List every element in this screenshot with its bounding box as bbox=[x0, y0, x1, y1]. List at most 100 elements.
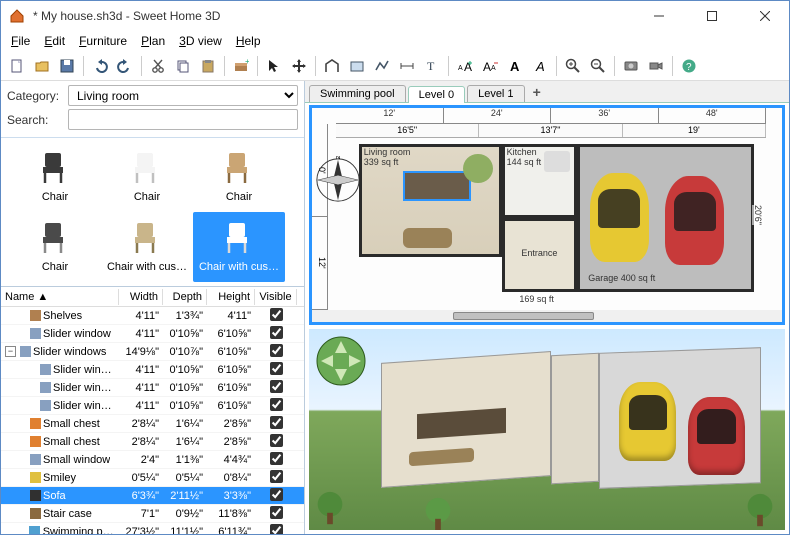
visible-checkbox[interactable] bbox=[270, 488, 283, 501]
save-icon[interactable] bbox=[55, 54, 79, 78]
col-visible-header[interactable]: Visible bbox=[255, 289, 297, 305]
tab-level-1[interactable]: Level 1 bbox=[467, 85, 524, 102]
category-select[interactable]: Living room bbox=[68, 85, 298, 106]
video-icon[interactable] bbox=[644, 54, 668, 78]
category-label: Category: bbox=[7, 89, 62, 103]
minimize-button[interactable] bbox=[636, 2, 681, 30]
furniture-thumb-icon bbox=[39, 400, 51, 412]
maximize-button[interactable] bbox=[689, 2, 734, 30]
table-row[interactable]: Shelves4'11"1'3¾"4'11" bbox=[1, 307, 304, 325]
cut-icon[interactable] bbox=[146, 54, 170, 78]
dimension-label: 16'5" bbox=[336, 124, 479, 137]
visible-checkbox[interactable] bbox=[270, 506, 283, 519]
table-row[interactable]: Small chest2'8¼"1'6¼"2'8⅝" bbox=[1, 415, 304, 433]
table-row[interactable]: Slider win…4'11"0'10⅝"6'10⅝" bbox=[1, 397, 304, 415]
table-row[interactable]: Slider win…4'11"0'10⅝"6'10⅝" bbox=[1, 361, 304, 379]
visible-checkbox[interactable] bbox=[270, 326, 283, 339]
furniture-height: 6'10⅝" bbox=[207, 362, 255, 378]
paste-icon[interactable] bbox=[196, 54, 220, 78]
catalog-item[interactable]: Chair bbox=[9, 142, 101, 212]
tab-swimming-pool[interactable]: Swimming pool bbox=[309, 85, 406, 102]
entrance-area-label: 169 sq ft bbox=[518, 294, 555, 304]
furniture-name: Sofa bbox=[43, 490, 66, 502]
help-icon[interactable]: ? bbox=[677, 54, 701, 78]
bold-icon[interactable]: A bbox=[503, 54, 527, 78]
photo-icon[interactable] bbox=[619, 54, 643, 78]
3d-nav-control-icon[interactable] bbox=[315, 335, 367, 387]
add-level-button[interactable]: + bbox=[527, 82, 547, 102]
table-row[interactable]: Small chest2'8¼"1'6¼"2'8⅝" bbox=[1, 433, 304, 451]
car-plan[interactable] bbox=[665, 176, 724, 265]
undo-icon[interactable] bbox=[88, 54, 112, 78]
table-row[interactable]: Slider window4'11"0'10⅝"6'10⅝" bbox=[1, 325, 304, 343]
create-rooms-icon[interactable] bbox=[345, 54, 369, 78]
open-file-icon[interactable] bbox=[30, 54, 54, 78]
tab-level-0[interactable]: Level 0 bbox=[408, 86, 465, 103]
plan-view[interactable]: 12'24'36'48' 0'12' 16'5"13'7"19' N Livin… bbox=[309, 105, 785, 325]
floor-plan-canvas[interactable]: Living room339 sq ft Kitchen144 sq ft En… bbox=[342, 141, 762, 302]
close-button[interactable] bbox=[742, 2, 787, 30]
visible-checkbox[interactable] bbox=[270, 416, 283, 429]
catalog-item-label: Chair bbox=[196, 191, 282, 203]
redo-icon[interactable] bbox=[113, 54, 137, 78]
visible-checkbox[interactable] bbox=[270, 380, 283, 393]
menu-help[interactable]: Help bbox=[230, 32, 267, 50]
furniture-depth: 0'9½" bbox=[163, 506, 207, 522]
tree-toggle-icon[interactable]: − bbox=[5, 346, 16, 357]
zoom-out-icon[interactable] bbox=[586, 54, 610, 78]
menu-edit[interactable]: Edit bbox=[38, 32, 71, 50]
catalog-item[interactable]: Chair bbox=[9, 212, 101, 282]
visible-checkbox[interactable] bbox=[270, 308, 283, 321]
svg-text:A: A bbox=[510, 59, 520, 74]
furniture-table-header[interactable]: Name ▲ Width Depth Height Visible bbox=[1, 287, 304, 307]
visible-checkbox[interactable] bbox=[270, 344, 283, 357]
new-file-icon[interactable] bbox=[5, 54, 29, 78]
catalog-item[interactable]: Chair bbox=[193, 142, 285, 212]
add-furniture-icon[interactable]: + bbox=[229, 54, 253, 78]
table-row[interactable]: Swimming pool27'3½"11'1½"6'11¾" bbox=[1, 523, 304, 534]
car-plan[interactable] bbox=[590, 173, 649, 262]
furniture-width: 4'11" bbox=[119, 326, 163, 342]
catalog-item-label: Chair with cus… bbox=[104, 261, 190, 273]
visible-checkbox[interactable] bbox=[270, 470, 283, 483]
catalog-item[interactable]: Chair with cus… bbox=[101, 212, 193, 282]
catalog-item[interactable]: Chair with cus… bbox=[193, 212, 285, 282]
catalog-item[interactable]: Chair bbox=[101, 142, 193, 212]
table-row[interactable]: Sofa6'3¾"2'11½"3'3⅜" bbox=[1, 487, 304, 505]
visible-checkbox[interactable] bbox=[270, 434, 283, 447]
table-row[interactable]: Small window2'4"1'1⅜"4'4¾" bbox=[1, 451, 304, 469]
select-tool-icon[interactable] bbox=[262, 54, 286, 78]
visible-checkbox[interactable] bbox=[270, 362, 283, 375]
create-polyline-icon[interactable] bbox=[370, 54, 394, 78]
table-row[interactable]: Stair case7'1"0'9½"11'8⅜" bbox=[1, 505, 304, 523]
visible-checkbox[interactable] bbox=[270, 524, 283, 535]
menu-3d-view[interactable]: 3D view bbox=[173, 32, 228, 50]
table-row[interactable]: Slider win…4'11"0'10⅝"6'10⅝" bbox=[1, 379, 304, 397]
zoom-in-icon[interactable] bbox=[561, 54, 585, 78]
copy-icon[interactable] bbox=[171, 54, 195, 78]
create-text-icon[interactable]: T bbox=[420, 54, 444, 78]
svg-text:A: A bbox=[483, 60, 491, 74]
toolbar: +TAAAAAA? bbox=[1, 51, 789, 81]
decrease-text-icon[interactable]: AA bbox=[478, 54, 502, 78]
menubar: FileEditFurniturePlan3D viewHelp bbox=[1, 31, 789, 51]
pan-tool-icon[interactable] bbox=[287, 54, 311, 78]
menu-file[interactable]: File bbox=[5, 32, 36, 50]
table-row[interactable]: −Slider windows14'9⅛"0'10⅞"6'10⅝" bbox=[1, 343, 304, 361]
col-depth-header[interactable]: Depth bbox=[163, 289, 207, 305]
col-name-header[interactable]: Name ▲ bbox=[1, 289, 119, 305]
3d-view[interactable] bbox=[309, 329, 785, 530]
create-dimensions-icon[interactable] bbox=[395, 54, 419, 78]
table-row[interactable]: Smiley0'5¼"0'5¼"0'8¼" bbox=[1, 469, 304, 487]
increase-text-icon[interactable]: AA bbox=[453, 54, 477, 78]
search-input[interactable] bbox=[68, 109, 298, 130]
col-width-header[interactable]: Width bbox=[119, 289, 163, 305]
col-height-header[interactable]: Height bbox=[207, 289, 255, 305]
create-walls-icon[interactable] bbox=[320, 54, 344, 78]
visible-checkbox[interactable] bbox=[270, 398, 283, 411]
visible-checkbox[interactable] bbox=[270, 452, 283, 465]
plan-horizontal-scrollbar[interactable] bbox=[312, 310, 782, 322]
menu-furniture[interactable]: Furniture bbox=[73, 32, 133, 50]
menu-plan[interactable]: Plan bbox=[135, 32, 171, 50]
italic-icon[interactable]: A bbox=[528, 54, 552, 78]
